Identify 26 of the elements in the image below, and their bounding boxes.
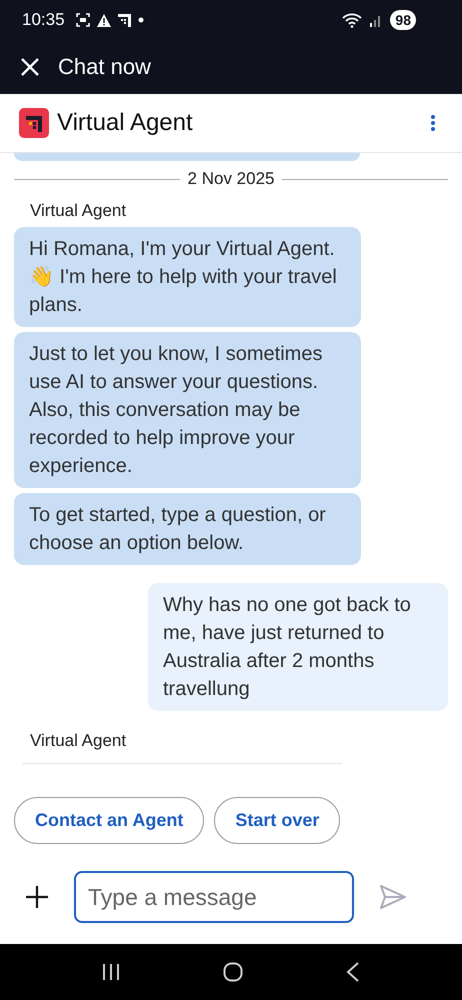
agent-message: To get started, type a question, or choose an option below. [14,493,361,565]
close-icon[interactable] [20,57,40,77]
back-icon[interactable] [346,962,360,982]
agent-message: Hi Romana, I'm your Virtual Agent. 👋 I'm here to help with your travel plans. [14,227,361,327]
more-options-icon[interactable] [430,114,436,132]
dot-icon [138,17,144,23]
recent-apps-icon[interactable] [102,963,120,981]
app-logo-icon [118,14,131,26]
add-icon[interactable] [26,886,48,908]
user-message: Why has no one got back to me, have just returned to Australia after 2 months travellung [148,583,448,711]
app-bar-title: Chat now [58,54,151,80]
header-title: Virtual Agent [57,109,193,137]
agent-message: Just to let you know, I sometimes use AI to answer your questions. Also, this conversation may be recorded to help improve your experience. [14,332,361,488]
battery-level: 98 [390,10,416,30]
home-icon[interactable] [222,962,243,982]
agent-logo-icon [19,108,49,138]
sender-label: Virtual Agent [30,201,128,221]
date-divider: 2 Nov 2025 [188,169,274,189]
quick-reply-button[interactable]: Contact an Agent [14,797,204,844]
quick-reply-button[interactable]: Start over [214,797,340,844]
warning-icon [96,14,111,26]
status-time: 10:35 [22,10,65,30]
sender-label: Virtual Agent [30,731,128,751]
wifi-icon [342,12,362,28]
screenshot-icon [76,13,90,27]
message-input[interactable]: Type a message [74,871,354,923]
